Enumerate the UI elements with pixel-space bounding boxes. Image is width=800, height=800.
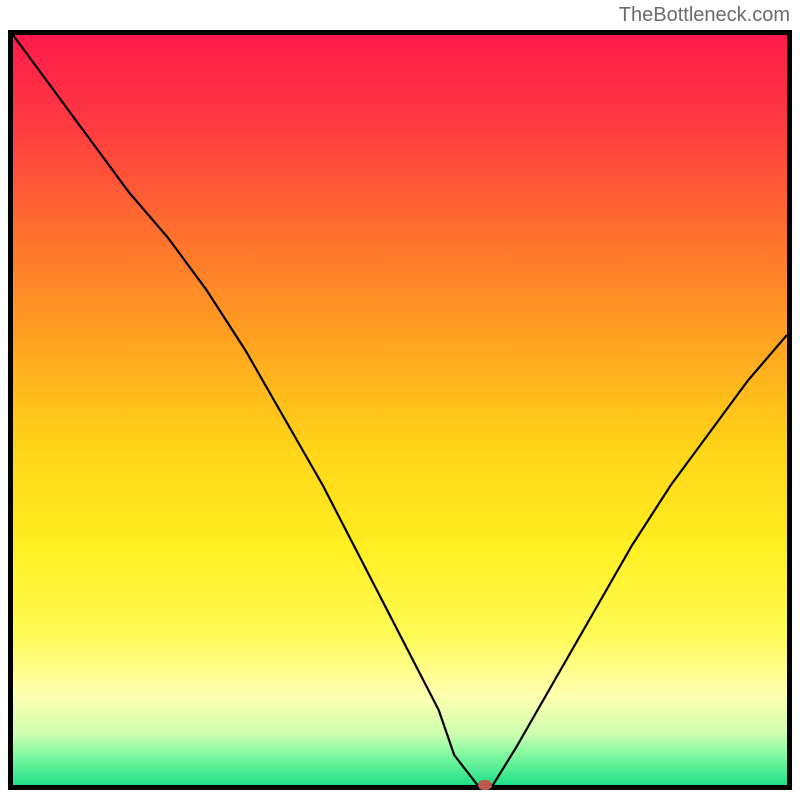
chart-container: TheBottleneck.com — [0, 0, 800, 800]
gradient-background — [13, 35, 787, 785]
optimum-marker — [478, 780, 492, 790]
chart-svg — [13, 35, 787, 785]
chart-frame — [8, 30, 792, 790]
watermark-text: TheBottleneck.com — [619, 4, 790, 27]
plot-region — [13, 35, 787, 785]
